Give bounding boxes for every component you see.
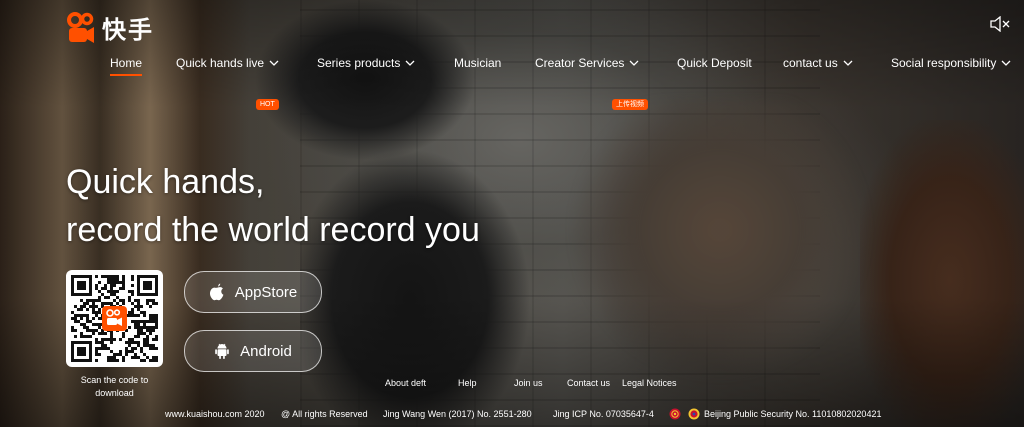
nav-label: Quick hands live <box>176 56 265 70</box>
police-badge-icon <box>688 408 700 420</box>
upload-video-badge: 上传视频 <box>612 99 648 110</box>
footer-license[interactable]: Jing Wang Wen (2017) No. 2551-280 <box>383 409 532 419</box>
nav-series-products[interactable]: Series products <box>317 56 415 70</box>
appstore-button[interactable]: AppStore <box>184 271 322 313</box>
nav-label: Quick Deposit <box>677 56 752 70</box>
main-nav: Home Quick hands live HOT Series product… <box>0 56 1024 110</box>
download-qr-code <box>66 270 163 367</box>
nav-contact-us[interactable]: contact us <box>783 56 853 70</box>
footer-site: www.kuaishou.com 2020 <box>165 409 265 419</box>
kuaishou-logo-icon <box>67 11 94 43</box>
footer-icp[interactable]: Jing ICP No. 07035647-4 <box>553 409 654 419</box>
nav-label: Series products <box>317 56 401 70</box>
android-label: Android <box>240 342 292 360</box>
chevron-down-icon <box>405 60 415 66</box>
footer-link-help[interactable]: Help <box>458 378 477 388</box>
appstore-label: AppStore <box>234 283 298 301</box>
android-button[interactable]: Android <box>184 330 322 372</box>
hero-headline: Quick hands, record the world record you <box>66 158 480 254</box>
qr-code-icon <box>71 275 158 362</box>
chevron-down-icon <box>629 60 639 66</box>
footer-links: About deft Help Join us Contact us Legal… <box>0 378 1024 392</box>
brand-logo[interactable]: 快手 <box>66 10 154 45</box>
nav-label: Social responsibility <box>891 56 997 70</box>
chevron-down-icon <box>843 60 853 66</box>
nav-label: Creator Services <box>535 56 625 70</box>
footer-link-contact-us[interactable]: Contact us <box>567 378 610 388</box>
chevron-down-icon <box>1001 60 1011 66</box>
mute-icon[interactable] <box>990 16 1010 32</box>
footer-info: www.kuaishou.com 2020 @ All rights Reser… <box>0 409 1024 423</box>
nav-home[interactable]: Home <box>110 56 143 76</box>
nav-label: Musician <box>454 56 502 70</box>
footer-link-join-us[interactable]: Join us <box>514 378 543 388</box>
nav-quick-deposit[interactable]: Quick Deposit <box>677 56 752 70</box>
hero-line-1: Quick hands, <box>66 163 265 201</box>
footer-rights: @ All rights Reserved <box>281 409 368 419</box>
nav-label: Home <box>110 56 143 70</box>
footer-security[interactable]: Beijing Public Security No. 110108020204… <box>704 409 881 419</box>
nav-musician[interactable]: Musician <box>454 56 501 70</box>
hot-badge: HOT <box>256 99 279 110</box>
nav-creator-services[interactable]: Creator Services <box>535 56 639 70</box>
footer-link-legal-notices[interactable]: Legal Notices <box>622 378 677 388</box>
emblem-icon <box>669 408 681 420</box>
chevron-down-icon <box>269 60 279 66</box>
nav-quick-hands-live[interactable]: Quick hands live <box>176 56 279 70</box>
footer-link-about[interactable]: About deft <box>385 378 426 388</box>
hero-line-2: record the world record you <box>66 211 480 249</box>
brand-name: 快手 <box>102 17 154 44</box>
nav-label: contact us <box>783 56 838 70</box>
android-icon <box>215 343 229 359</box>
apple-icon <box>209 283 224 301</box>
nav-social-responsibility[interactable]: Social responsibility <box>891 56 1011 70</box>
